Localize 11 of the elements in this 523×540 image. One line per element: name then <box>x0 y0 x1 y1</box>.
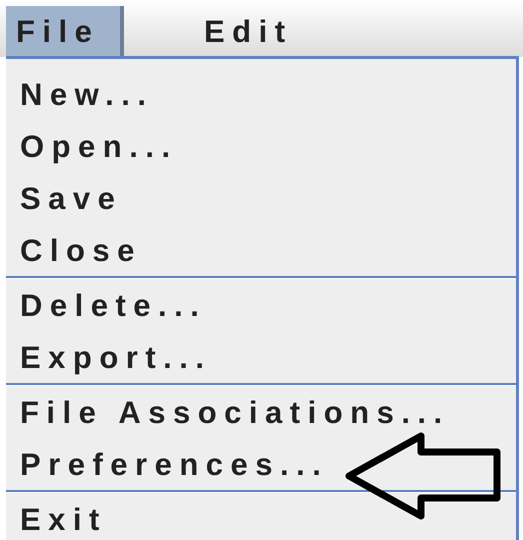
menu-item[interactable]: New... <box>20 78 154 110</box>
menu-title[interactable]: Edit <box>124 6 293 57</box>
menu-item[interactable]: Close <box>20 234 142 266</box>
menu-item[interactable]: Export... <box>20 342 212 372</box>
menu-item[interactable]: Preferences... <box>20 448 328 480</box>
menu-item[interactable]: File Associations... <box>20 396 450 428</box>
menu-item[interactable]: Exit <box>20 504 107 534</box>
menu-item[interactable]: Open... <box>20 130 178 162</box>
menu-title[interactable]: File <box>6 6 124 57</box>
menu-item[interactable]: Save <box>20 182 122 214</box>
menu-item[interactable]: Delete... <box>20 290 206 320</box>
